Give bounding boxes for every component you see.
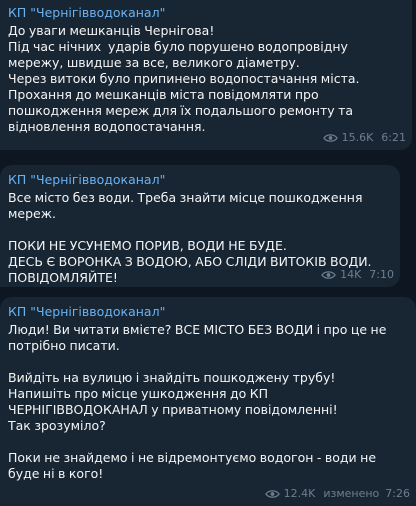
message-meta: 15.6K 6:21 bbox=[322, 131, 406, 145]
sender-name[interactable]: КП "Чернігівводоканал" bbox=[8, 5, 402, 21]
view-count: 15.6K bbox=[341, 131, 374, 144]
message-time: 7:10 bbox=[369, 268, 394, 281]
sender-name[interactable]: КП "Чернігівводоканал" bbox=[8, 304, 406, 320]
channel-message[interactable]: КП "Чернігівводоканал" Все місто без вод… bbox=[0, 165, 400, 287]
view-count: 14K bbox=[340, 268, 362, 281]
message-text: Люди! Ви читати вмієте? ВСЕ МІСТО БЕЗ ВО… bbox=[8, 322, 387, 481]
message-meta: 14K 7:10 bbox=[321, 268, 394, 282]
channel-message[interactable]: КП "Чернігівводоканал" До уваги мешканці… bbox=[0, 0, 412, 150]
channel-message[interactable]: КП "Чернігівводоканал" Люди! Ви читати в… bbox=[0, 297, 416, 506]
message-text: До уваги мешканців Чернігова! Під час ні… bbox=[8, 23, 360, 134]
view-count: 12.4K bbox=[283, 487, 316, 500]
message-time: 6:21 bbox=[381, 131, 406, 144]
eye-icon bbox=[264, 490, 280, 498]
sender-name[interactable]: КП "Чернігівводоканал" bbox=[8, 172, 390, 188]
edited-label: изменено bbox=[323, 487, 380, 500]
eye-icon bbox=[322, 134, 338, 142]
message-meta: 12.4K изменено 7:26 bbox=[264, 487, 410, 501]
eye-icon bbox=[321, 271, 336, 279]
message-time: 7:26 bbox=[385, 487, 410, 500]
